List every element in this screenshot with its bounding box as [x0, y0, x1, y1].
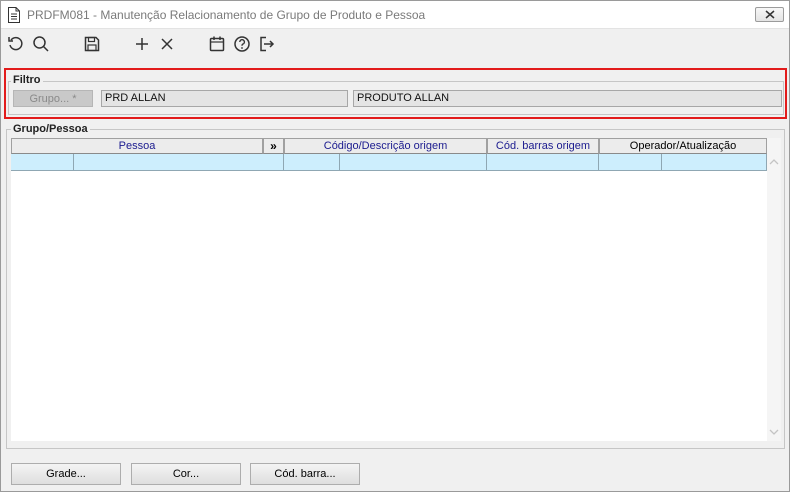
table-cell[interactable] [487, 154, 599, 171]
cor-button[interactable]: Cor... [131, 463, 241, 485]
exit-icon [258, 35, 276, 53]
table-cell[interactable] [284, 154, 340, 171]
table-cell[interactable] [11, 154, 74, 171]
close-icon [765, 10, 775, 19]
vertical-scrollbar[interactable] [767, 138, 781, 441]
save-icon [83, 35, 101, 53]
column-header-cod-barras-origem[interactable]: Cód. barras origem [487, 138, 599, 154]
data-grid[interactable] [11, 138, 767, 441]
title-bar: PRDFM081 - Manutenção Relacionamento de … [1, 1, 789, 29]
grupo-code-field[interactable]: PRD ALLAN [101, 90, 348, 107]
save-button[interactable] [81, 33, 103, 55]
calendar-button[interactable] [206, 33, 228, 55]
scroll-up-icon[interactable] [769, 158, 779, 165]
undo-button[interactable] [5, 33, 27, 55]
window-title: PRDFM081 - Manutenção Relacionamento de … [27, 8, 426, 22]
add-icon [133, 35, 151, 53]
search-icon [32, 35, 50, 53]
grade-button[interactable]: Grade... [11, 463, 121, 485]
table-cell[interactable] [662, 154, 767, 171]
toolbar [1, 30, 789, 59]
calendar-icon [208, 35, 226, 53]
add-button[interactable] [131, 33, 153, 55]
column-expand-button[interactable]: » [263, 138, 284, 154]
scroll-down-icon[interactable] [769, 429, 779, 436]
help-icon [233, 35, 251, 53]
cod-barra-button[interactable]: Cód. barra... [250, 463, 360, 485]
column-header-operador-atualizacao[interactable]: Operador/Atualização [599, 138, 767, 154]
grupo-pessoa-legend: Grupo/Pessoa [11, 123, 90, 135]
exit-button[interactable] [256, 33, 278, 55]
column-header-pessoa[interactable]: Pessoa [11, 138, 263, 154]
undo-icon [7, 35, 25, 53]
delete-icon [158, 35, 176, 53]
delete-button[interactable] [156, 33, 178, 55]
grupo-button[interactable]: Grupo... * [13, 90, 93, 107]
document-icon [7, 7, 21, 23]
search-button[interactable] [30, 33, 52, 55]
main-window: PRDFM081 - Manutenção Relacionamento de … [0, 0, 790, 492]
close-button[interactable] [755, 7, 784, 22]
table-cell[interactable] [74, 154, 284, 171]
grupo-description-field[interactable]: PRODUTO ALLAN [353, 90, 782, 107]
help-button[interactable] [231, 33, 253, 55]
table-cell[interactable] [599, 154, 662, 171]
column-header-codigo-descricao-origem[interactable]: Código/Descrição origem [284, 138, 487, 154]
table-cell[interactable] [340, 154, 487, 171]
